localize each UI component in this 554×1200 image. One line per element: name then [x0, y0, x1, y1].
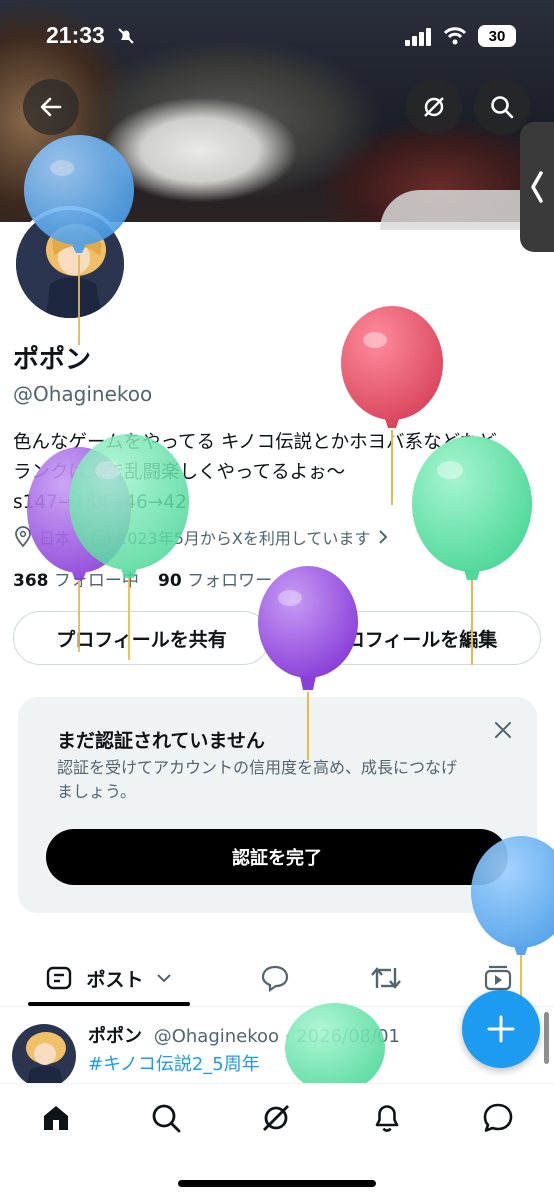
nav-messages[interactable] [468, 1098, 528, 1138]
messages-icon [483, 1103, 513, 1132]
search-icon [152, 1104, 181, 1133]
balloon-green [285, 1003, 385, 1093]
home-icon [44, 1106, 68, 1130]
nav-notifications[interactable] [357, 1098, 417, 1138]
nav-search[interactable] [136, 1098, 196, 1138]
balloon-blue [471, 836, 554, 1000]
nav-grok[interactable] [246, 1098, 306, 1138]
nav-home[interactable] [26, 1098, 86, 1138]
compose-button[interactable] [462, 990, 540, 1068]
balloon-blue [24, 135, 134, 345]
balloon-purple [258, 566, 358, 760]
plus-icon [487, 1015, 515, 1043]
home-indicator [178, 1180, 376, 1187]
balloon-green [412, 436, 532, 665]
grok-icon [263, 1105, 289, 1131]
notifications-icon [375, 1105, 399, 1132]
balloon-green [69, 434, 189, 660]
